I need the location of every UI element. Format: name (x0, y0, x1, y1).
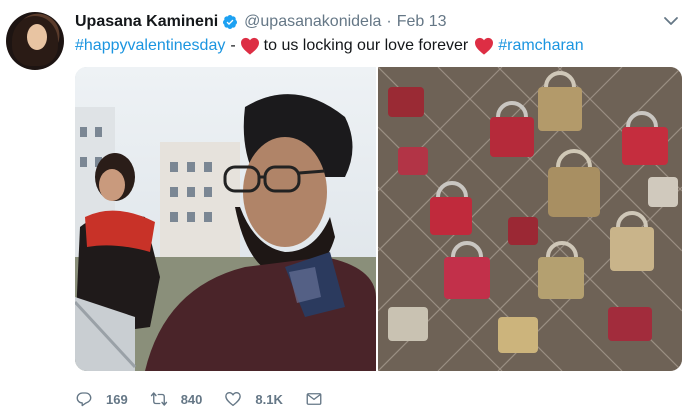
chevron-down-icon[interactable] (663, 13, 679, 29)
tweet-actions: 169 840 8.1K (75, 387, 345, 411)
hashtag-link[interactable]: #happyvalentinesday (75, 36, 225, 56)
hashtag-link[interactable]: #ramcharan (498, 36, 583, 56)
reply-icon (76, 392, 92, 407)
tweet: Upasana Kamineni @upasanakonidela · Feb … (0, 0, 700, 417)
retweet-button[interactable]: 840 (150, 390, 203, 408)
tweet-date[interactable]: Feb 13 (397, 13, 447, 31)
reply-button[interactable]: 169 (75, 390, 128, 408)
tweet-media (75, 67, 682, 371)
verified-badge-icon (223, 15, 238, 29)
author-name[interactable]: Upasana Kamineni (75, 13, 218, 31)
author-handle[interactable]: @upasanakonidela (244, 13, 381, 31)
avatar[interactable] (6, 12, 64, 70)
direct-message-button[interactable] (305, 390, 323, 408)
tweet-header: Upasana Kamineni @upasanakonidela · Feb … (75, 11, 447, 33)
photo-love-locks[interactable] (378, 67, 682, 371)
tweet-text: #happyvalentinesday - to us locking our … (75, 36, 584, 56)
retweet-icon (150, 392, 167, 406)
like-button[interactable]: 8.1K (224, 390, 283, 408)
photo-couple[interactable] (75, 67, 376, 371)
text-dash: - (230, 37, 236, 54)
separator-dot: · (386, 13, 392, 30)
like-count: 8.1K (255, 391, 283, 407)
text-body: to us locking our love forever (263, 37, 469, 54)
reply-count: 169 (106, 391, 128, 407)
like-icon (225, 392, 242, 407)
direct-message-icon (306, 393, 322, 405)
retweet-count: 840 (180, 391, 203, 407)
heart-emoji-icon (240, 37, 259, 55)
heart-emoji-icon (475, 37, 494, 55)
